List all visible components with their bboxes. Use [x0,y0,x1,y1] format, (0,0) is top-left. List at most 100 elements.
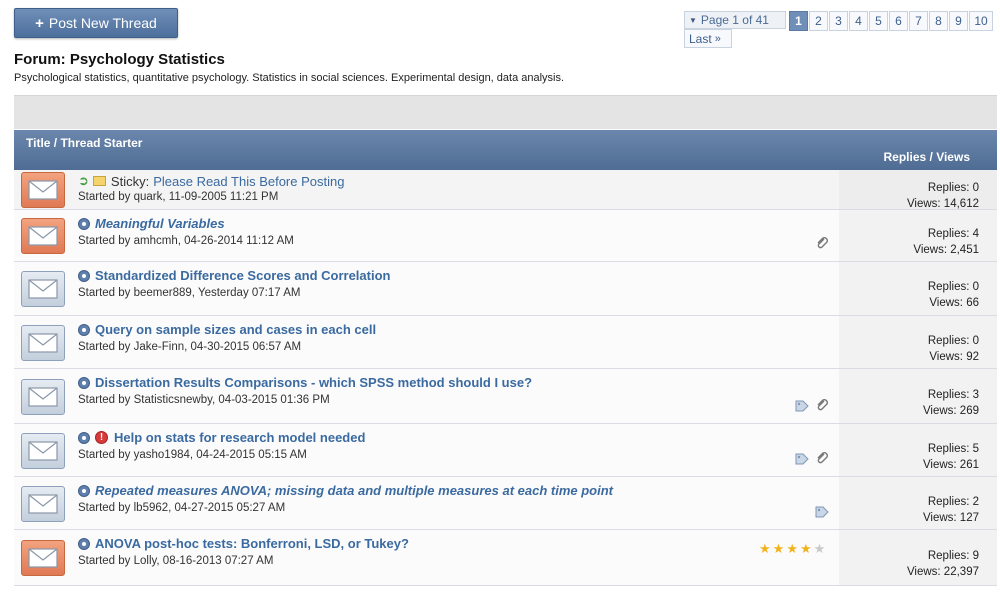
page-link-7[interactable]: 7 [909,11,928,31]
last-page-link[interactable]: Last » [684,29,732,48]
triangle-down-icon: ▼ [689,15,697,25]
paperclip-icon[interactable] [815,451,829,470]
replies-count: Replies: 0 [927,281,979,293]
thread-stats: Replies: 0 Views: 66 [928,279,979,311]
thread-title-line: Meaningful Variables [78,216,225,231]
go-to-first-unread-icon[interactable] [78,269,90,282]
thread-icons [795,451,829,470]
thread-envelope-icon[interactable] [21,486,65,522]
replies-count: Replies: 3 [927,389,979,401]
forum-title: Forum: Psychology Statistics [14,51,225,68]
column-title-header[interactable]: Title / Thread Starter [26,136,142,150]
thread-title-line: ! Help on stats for research model needed [78,430,365,445]
thread-stats: Replies: 0 Views: 92 [928,333,979,365]
page-link-5[interactable]: 5 [869,11,888,31]
thread-starter: Started by Lolly, 08-16-2013 07:27 AM [78,555,274,567]
thread-title-link[interactable]: ANOVA post-hoc tests: Bonferroni, LSD, o… [95,536,409,551]
views-count: Views: 92 [929,351,979,363]
thread-envelope-icon[interactable] [21,433,65,469]
post-new-thread-button[interactable]: + Post New Thread [14,8,178,38]
thread-starter: Started by lb5962, 04-27-2015 05:27 AM [78,502,286,514]
thread-envelope-icon[interactable] [21,325,65,361]
views-count: Views: 269 [922,405,979,417]
double-arrow-right-icon: » [714,32,721,45]
thread-starter: Started by Statisticsnewby, 04-03-2015 0… [78,394,330,406]
star-icon: ★ [759,541,771,556]
page-link-9[interactable]: 9 [949,11,968,31]
go-to-first-unread-icon[interactable] [78,217,90,230]
star-icon: ★ [799,541,812,556]
go-to-first-unread-icon[interactable] [78,376,90,389]
tag-icon[interactable] [795,399,809,417]
thread-title-link[interactable]: Meaningful Variables [95,216,225,231]
go-to-first-unread-icon[interactable] [78,537,90,550]
column-stats-header[interactable]: Replies / Views [884,150,971,164]
views-count: Views: 2,451 [913,244,979,256]
thread-stats: Replies: 3 Views: 269 [923,387,979,419]
thread-icons [795,398,829,417]
thread-icons [815,505,829,523]
page-link-3[interactable]: 3 [829,11,848,31]
tag-icon[interactable] [795,452,809,470]
thread-title-line: Repeated measures ANOVA; missing data an… [78,483,613,498]
pagination: ▼ Page 1 of 41 1 2 3 4 5 6 7 8 9 10 Last… [683,9,995,49]
thread-stats: Replies: 9 Views: 22,397 [907,548,979,580]
page-link-2[interactable]: 2 [809,11,828,31]
thread-title-line: Query on sample sizes and cases in each … [78,322,376,337]
hot-thread-envelope-icon[interactable] [21,540,65,576]
page-link-8[interactable]: 8 [929,11,948,31]
thread-starter: Started by yasho1984, 04-24-2015 05:15 A… [78,449,307,461]
paperclip-icon[interactable] [815,398,829,417]
thread-starter: Started by beemer889, Yesterday 07:17 AM [78,287,301,299]
thread-starter: Started by quark, 11-09-2005 11:21 PM [78,191,279,203]
thread-title-link[interactable]: Repeated measures ANOVA; missing data an… [95,483,613,498]
page-link-6[interactable]: 6 [889,11,908,31]
post-new-thread-label: Post New Thread [48,15,157,31]
views-count: Views: 261 [922,459,979,471]
exclamation-icon: ! [95,431,108,444]
thread-title-line: ➲ Sticky: Please Read This Before Posting [78,173,344,189]
thread-title-link[interactable]: Dissertation Results Comparisons - which… [95,375,532,390]
star-icon: ★ [772,541,785,556]
tag-icon[interactable] [815,505,829,523]
thread-icons [815,236,829,255]
page-link-1[interactable]: 1 [789,11,808,31]
page-link-10[interactable]: 10 [969,11,993,31]
replies-count: Replies: 0 [927,335,979,347]
thread-row: ! Help on stats for research model needed… [14,424,997,477]
thread-title-line: ANOVA post-hoc tests: Bonferroni, LSD, o… [78,536,409,551]
thread-title-link[interactable]: Please Read This Before Posting [153,174,344,189]
page-count-label: Page 1 of 41 [700,13,769,27]
go-to-first-unread-icon[interactable] [78,323,90,336]
views-count: Views: 127 [922,512,979,524]
views-count: Views: 22,397 [906,566,979,578]
thread-stats: Replies: 0 Views: 14,612 [907,180,979,212]
folder-icon [92,176,106,186]
replies-count: Replies: 4 [927,228,979,240]
page-jump-dropdown[interactable]: ▼ Page 1 of 41 [684,11,786,29]
hot-thread-envelope-icon[interactable] [21,172,65,208]
replies-count: Replies: 0 [927,182,979,194]
replies-count: Replies: 2 [927,496,979,508]
replies-count: Replies: 5 [927,443,979,455]
thread-row: Repeated measures ANOVA; missing data an… [14,477,997,530]
hot-thread-envelope-icon[interactable] [21,218,65,254]
thread-envelope-icon[interactable] [21,379,65,415]
thread-title-link[interactable]: Help on stats for research model needed [114,430,365,445]
green-arrow-icon: ➲ [78,173,89,188]
thread-starter: Started by amhcmh, 04-26-2014 11:12 AM [78,235,294,247]
go-to-first-unread-icon[interactable] [78,431,90,444]
paperclip-icon[interactable] [815,236,829,255]
thread-title-link[interactable]: Query on sample sizes and cases in each … [95,322,376,337]
views-count: Views: 66 [929,297,979,309]
page-link-4[interactable]: 4 [849,11,868,31]
thread-envelope-icon[interactable] [21,271,65,307]
plus-icon: + [35,14,44,32]
go-to-first-unread-icon[interactable] [78,484,90,497]
thread-row: Meaningful Variables Started by amhcmh, 0… [14,210,997,262]
thread-row: Standardized Difference Scores and Corre… [14,262,997,316]
thread-title-link[interactable]: Standardized Difference Scores and Corre… [95,268,390,283]
thread-starter: Started by Jake-Finn, 04-30-2015 06:57 A… [78,341,302,353]
sticky-label: Sticky: [110,173,150,189]
last-page-label: Last [689,31,712,46]
